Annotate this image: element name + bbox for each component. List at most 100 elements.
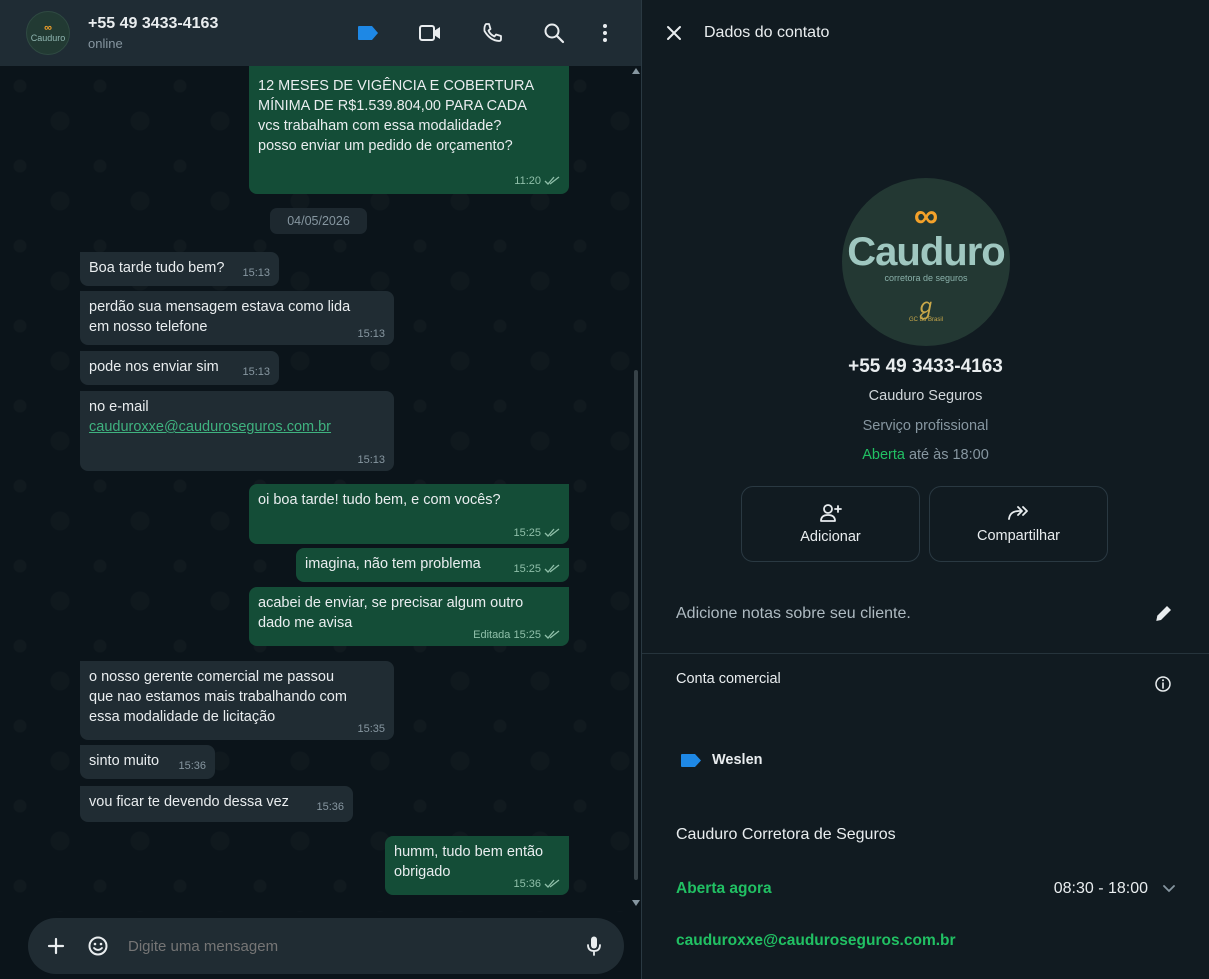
search-button[interactable]: [523, 13, 585, 53]
chat-scrollbar[interactable]: [634, 370, 638, 880]
date-separator: 04/05/2026: [270, 208, 367, 234]
message-text: pode nos enviar sim: [89, 359, 219, 375]
brand-logo-text: Cauduro: [847, 230, 1005, 274]
contact-name: +55 49 3433-4163: [88, 15, 219, 32]
message-bubble-in[interactable]: perdão sua mensagem estava como lida em …: [80, 291, 394, 345]
email-link[interactable]: cauduroxxe@cauduroseguros.com.br: [89, 417, 385, 437]
scroll-up-arrow-icon[interactable]: [632, 68, 640, 74]
double-check-icon: [544, 176, 560, 185]
message-bubble-out[interactable]: humm, tudo bem então obrigado 15:36: [385, 836, 569, 895]
info-icon[interactable]: [1154, 675, 1172, 693]
message-bubble-in[interactable]: vou ficar te devendo dessa vez 15:36: [80, 786, 353, 822]
message-text: Boa tarde tudo bem?: [89, 260, 225, 276]
message-time: 15:13: [242, 366, 270, 378]
open-now-status: Aberta agora: [676, 880, 772, 897]
double-check-icon: [544, 630, 560, 639]
scroll-down-arrow-icon[interactable]: [632, 900, 640, 906]
sticker-smiley-icon: [88, 936, 108, 956]
message-text: sinto muito: [89, 753, 160, 769]
add-contact-button[interactable]: Adicionar: [741, 486, 920, 562]
contact-info[interactable]: +55 49 3433-4163 online: [88, 15, 337, 51]
gc-logo-text: GC do Brasil: [908, 317, 943, 323]
message-time: 11:20: [514, 174, 560, 188]
contact-status: online: [88, 36, 123, 51]
section-divider: [642, 653, 1209, 654]
message-text: acabei de enviar, se precisar algum outr…: [258, 595, 524, 631]
business-email-link[interactable]: cauduroxxe@cauduroseguros.com.br: [676, 932, 956, 950]
plus-icon: [47, 937, 65, 955]
double-check-icon: [544, 564, 560, 573]
message-text: 12 MESES DE VIGÊNCIA E COBERTURA MÍNIMA …: [258, 78, 535, 154]
voice-message-button[interactable]: [578, 930, 610, 962]
message-text: humm, tudo bem então obrigado: [394, 844, 544, 880]
message-time: 15:36: [178, 760, 206, 772]
whatsapp-app: ∞ Cauduro +55 49 3433-4163 online 12 MES…: [0, 0, 1209, 979]
contact-label[interactable]: Weslen: [680, 752, 763, 768]
menu-button[interactable]: [585, 13, 625, 53]
message-text: no e-mail: [89, 399, 149, 415]
message-bubble-in[interactable]: Boa tarde tudo bem? 15:13: [80, 252, 279, 286]
contact-avatar[interactable]: ∞ Cauduro: [26, 11, 70, 55]
message-time: 15:36: [513, 877, 560, 891]
close-icon[interactable]: [666, 25, 682, 41]
business-category: Serviço profissional: [862, 418, 989, 434]
video-camera-icon: [419, 25, 440, 41]
message-bubble-out[interactable]: imagina, não tem problema 15:25: [296, 548, 569, 582]
message-text: perdão sua mensagem estava como lida em …: [89, 299, 351, 335]
message-bubble-in[interactable]: no e-mail cauduroxxe@cauduroseguros.com.…: [80, 391, 394, 471]
logo-infinity-icon: ∞: [913, 197, 939, 235]
open-until: até às 18:00: [908, 447, 989, 463]
opening-status: Aberta até às 18:00: [642, 447, 1209, 463]
share-contact-label: Compartilhar: [977, 528, 1060, 544]
gc-logo-mark: ℊ: [914, 294, 937, 319]
header-actions: [337, 13, 625, 53]
video-call-button[interactable]: [399, 13, 461, 53]
message-text: o nosso gerente comercial me passou que …: [89, 669, 347, 725]
chat-header[interactable]: ∞ Cauduro +55 49 3433-4163 online: [0, 0, 641, 66]
notes-row[interactable]: Adicione notas sobre seu cliente.: [642, 575, 1209, 653]
message-bubble-out[interactable]: oi boa tarde! tudo bem, e com vocês? 15:…: [249, 484, 569, 544]
label-name: Weslen: [712, 752, 763, 768]
message-time: Editada 15:25: [473, 628, 560, 642]
message-time: 15:25: [513, 562, 560, 576]
search-icon: [544, 23, 565, 44]
double-check-icon: [544, 528, 560, 537]
chat-pane: ∞ Cauduro +55 49 3433-4163 online 12 MES…: [0, 0, 641, 979]
contact-business-name: Cauduro Seguros: [868, 388, 983, 404]
chevron-down-icon[interactable]: [1162, 884, 1176, 894]
message-bubble-in[interactable]: o nosso gerente comercial me passou que …: [80, 661, 394, 740]
attach-button[interactable]: [40, 930, 72, 962]
message-bubble-in[interactable]: pode nos enviar sim 15:13: [80, 351, 279, 385]
add-contact-label: Adicionar: [800, 529, 861, 545]
pencil-icon[interactable]: [1153, 604, 1173, 624]
composer-box: [28, 918, 624, 974]
message-text: imagina, não tem problema: [305, 556, 481, 572]
message-bubble-out[interactable]: acabei de enviar, se precisar algum outr…: [249, 587, 569, 646]
contact-phone: +55 49 3433-4163: [848, 356, 1003, 377]
contact-info-panel: Dados do contato ∞ Cauduro corretora de …: [642, 0, 1209, 979]
brand-subtitle: corretora de seguros: [884, 273, 968, 283]
business-hours: 08:30 - 18:00: [1053, 880, 1148, 897]
contact-photo[interactable]: ∞ Cauduro corretora de seguros ℊ GC do B…: [842, 178, 1010, 346]
emoji-button[interactable]: [82, 930, 114, 962]
message-bubble-in[interactable]: sinto muito 15:36: [80, 745, 215, 779]
label-button[interactable]: [337, 13, 399, 53]
forward-arrows-icon: [1007, 506, 1028, 520]
microphone-icon: [587, 936, 601, 956]
business-account-label: Conta comercial: [676, 671, 781, 687]
share-contact-button[interactable]: Compartilhar: [929, 486, 1108, 562]
message-time: 15:36: [316, 801, 344, 813]
message-bubble-out[interactable]: 12 MESES DE VIGÊNCIA E COBERTURA MÍNIMA …: [249, 58, 569, 194]
message-text: vou ficar te devendo dessa vez: [89, 794, 289, 810]
add-person-icon: [819, 504, 842, 522]
open-badge: Aberta: [862, 447, 905, 463]
double-check-icon: [544, 879, 560, 888]
label-tag-icon: [681, 753, 701, 767]
business-hours-row[interactable]: Aberta agora 08:30 - 18:00: [676, 880, 1176, 898]
label-tag-icon: [358, 26, 378, 40]
message-input[interactable]: [128, 937, 578, 955]
voice-call-button[interactable]: [461, 13, 523, 53]
phone-icon: [483, 23, 502, 42]
avatar-logo-text: Cauduro: [30, 33, 66, 43]
message-text: oi boa tarde! tudo bem, e com vocês?: [258, 492, 501, 508]
